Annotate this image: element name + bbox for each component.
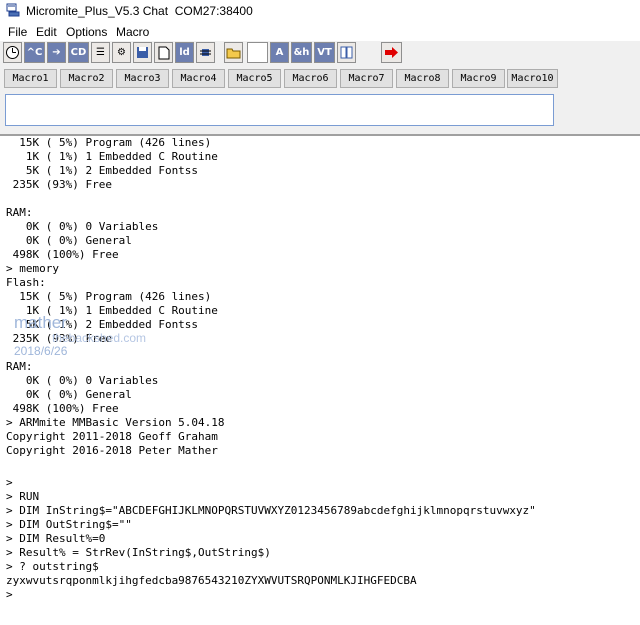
- menu-file[interactable]: File: [8, 25, 27, 39]
- terminal-line: 0K ( 0%) 0 Variables: [6, 374, 159, 387]
- terminal-line: Copyright 2016-2018 Peter Mather: [6, 444, 218, 457]
- menu-bar: File Edit Options Macro: [0, 23, 640, 41]
- title-bar: Micromite_Plus_V5.3 Chat COM27:38400: [0, 0, 640, 22]
- menu-options[interactable]: Options: [66, 25, 107, 39]
- terminal-line: > RUN: [6, 490, 40, 503]
- terminal-line: Flash:: [6, 276, 46, 289]
- red-arrow-icon[interactable]: [381, 42, 402, 63]
- terminal-line: zyxwvutsrqponmlkjihgfedcba9876543210ZYXW…: [6, 574, 417, 587]
- macro3-button[interactable]: Macro3: [116, 69, 169, 88]
- macro6-button[interactable]: Macro6: [284, 69, 337, 88]
- vt-icon[interactable]: VT: [314, 42, 335, 63]
- terminal-line: 15K ( 5%) Program (426 lines): [6, 290, 212, 303]
- macro5-button[interactable]: Macro5: [228, 69, 281, 88]
- terminal-line: Copyright 2011-2018 Geoff Graham: [6, 430, 218, 443]
- gear-icon[interactable]: ⚙: [112, 42, 131, 63]
- floppy-icon[interactable]: [133, 42, 152, 63]
- terminal-output[interactable]: 15K ( 5%) Program (426 lines) 1K ( 1%) 1…: [0, 136, 640, 625]
- columns-icon[interactable]: [337, 42, 356, 63]
- menu-edit[interactable]: Edit: [36, 25, 57, 39]
- macro7-button[interactable]: Macro7: [340, 69, 393, 88]
- watermark-site: thebackshed.com: [52, 331, 147, 345]
- folder-icon[interactable]: [224, 42, 243, 63]
- list-icon[interactable]: ☰: [91, 42, 110, 63]
- ampersand-h-icon[interactable]: &h: [291, 42, 312, 63]
- macro9-button[interactable]: Macro9: [452, 69, 505, 88]
- ld-icon[interactable]: ld: [175, 42, 194, 63]
- macro4-button[interactable]: Macro4: [172, 69, 225, 88]
- terminal-line: 0K ( 0%) 0 Variables: [6, 220, 159, 233]
- watermark-name: mather: [14, 313, 67, 332]
- window-title: Micromite_Plus_V5.3 Chat COM27:38400: [26, 4, 253, 18]
- terminal-line: > DIM InString$="ABCDEFGHIJKLMNOPQRSTUVW…: [6, 504, 536, 517]
- chip-icon[interactable]: [196, 42, 215, 63]
- terminal-line: 498K (100%) Free: [6, 248, 119, 261]
- terminal-line: 498K (100%) Free: [6, 402, 119, 415]
- macro10-button[interactable]: Macro10: [507, 69, 558, 88]
- terminal-line: 1K ( 1%) 1 Embedded C Routine: [6, 150, 218, 163]
- arrow-right-icon[interactable]: ➔: [47, 42, 66, 63]
- terminal-line: >: [6, 476, 13, 489]
- ctrl-c-icon[interactable]: ^C: [24, 42, 45, 63]
- macro2-button[interactable]: Macro2: [60, 69, 113, 88]
- terminal-line: > ARMmite MMBasic Version 5.04.18: [6, 416, 225, 429]
- terminal-line: 0K ( 0%) General: [6, 388, 132, 401]
- terminal-line: > ? outstring$: [6, 560, 99, 573]
- menu-macro[interactable]: Macro: [116, 25, 149, 39]
- toolbar: ^C ➔ CD ☰ ⚙ ld A &h VT: [0, 41, 640, 67]
- terminal-line: RAM:: [6, 206, 33, 219]
- terminal-line: RAM:: [6, 360, 33, 373]
- macro-bar: Macro1 Macro2 Macro3 Macro4 Macro5 Macro…: [0, 67, 640, 91]
- watermark-date: 2018/6/26: [14, 344, 68, 358]
- terminal-line: 15K ( 5%) Program (426 lines): [6, 136, 212, 149]
- terminal-line: 5K ( 1%) 2 Embedded Fontss: [6, 164, 199, 177]
- app-icon: [6, 3, 20, 17]
- terminal-line: > DIM Result%=0: [6, 532, 106, 545]
- command-input[interactable]: [5, 94, 554, 126]
- terminal-line: > DIM OutString$="": [6, 518, 132, 531]
- blank-icon[interactable]: [247, 42, 268, 63]
- terminal-line: 235K (93%) Free: [6, 178, 112, 191]
- page-icon[interactable]: [154, 42, 173, 63]
- macro8-button[interactable]: Macro8: [396, 69, 449, 88]
- command-area: [0, 91, 640, 134]
- clock-icon[interactable]: [3, 42, 22, 63]
- terminal-line: > memory: [6, 262, 59, 275]
- cd-icon[interactable]: CD: [68, 42, 89, 63]
- terminal-line: > Result% = StrRev(InString$,OutString$): [6, 546, 271, 559]
- macro1-button[interactable]: Macro1: [4, 69, 57, 88]
- terminal-line: >: [6, 588, 13, 601]
- a-icon[interactable]: A: [270, 42, 289, 63]
- terminal-line: 0K ( 0%) General: [6, 234, 132, 247]
